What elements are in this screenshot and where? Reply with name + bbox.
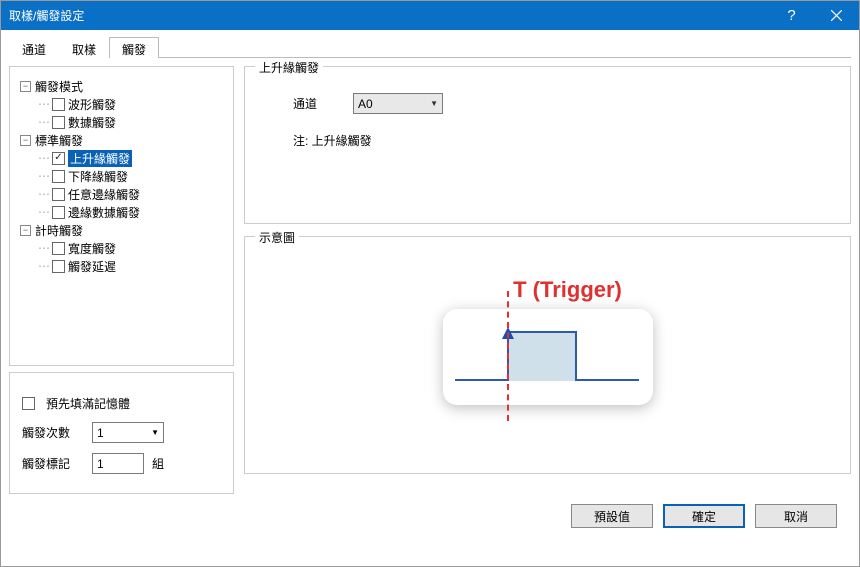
tree-node-rising[interactable]: ⋯上升緣觸發 [18, 149, 225, 167]
trigger-marker-label: 觸發標記 [22, 455, 84, 472]
options-panel: 預先填滿記憶體 觸發次數 1▼ 觸發標記 1 組 [9, 372, 234, 494]
tree-node-timer[interactable]: −計時觸發 [18, 221, 225, 239]
tree-node-width[interactable]: ⋯寬度觸發 [18, 239, 225, 257]
checkbox-anyedge[interactable] [52, 188, 65, 201]
trigger-line [507, 291, 509, 421]
chevron-down-icon: ▼ [430, 99, 438, 108]
checkbox-width[interactable] [52, 242, 65, 255]
diagram-legend: 示意圖 [255, 229, 299, 246]
checkbox-falling[interactable] [52, 170, 65, 183]
defaults-button[interactable]: 預設值 [571, 504, 653, 528]
channel-label: 通道 [293, 95, 353, 112]
tree-node-standard[interactable]: −標準觸發 [18, 131, 225, 149]
tree-node-falling[interactable]: ⋯下降緣觸發 [18, 167, 225, 185]
prefill-label: 預先填滿記憶體 [46, 395, 130, 412]
marker-unit: 組 [152, 455, 164, 472]
waveform-diagram [443, 309, 653, 405]
trigger-label: T (Trigger) [513, 277, 622, 303]
collapse-icon[interactable]: − [20, 225, 31, 236]
checkbox-waveform[interactable] [52, 98, 65, 111]
tab-bar: 通道 取樣 觸發 [9, 36, 851, 58]
titlebar: 取樣/觸發設定 ? [1, 1, 859, 30]
note-text: 注: 上升緣觸發 [293, 132, 832, 149]
trigger-count-label: 觸發次數 [22, 424, 84, 441]
tree-node-mode[interactable]: −觸發模式 [18, 77, 225, 95]
close-icon [831, 10, 842, 21]
collapse-icon[interactable]: − [20, 81, 31, 92]
ok-button[interactable]: 確定 [663, 504, 745, 528]
checkbox-rising[interactable] [52, 152, 65, 165]
trigger-marker-input[interactable]: 1 [92, 453, 144, 474]
collapse-icon[interactable]: − [20, 135, 31, 146]
channel-select[interactable]: A0▼ [353, 93, 443, 114]
tree-node-anyedge[interactable]: ⋯任意邊緣觸發 [18, 185, 225, 203]
tab-trigger[interactable]: 觸發 [109, 37, 159, 58]
trigger-count-combo[interactable]: 1▼ [92, 422, 164, 443]
checkbox-delay[interactable] [52, 260, 65, 273]
tree-node-datatrig[interactable]: ⋯數據觸發 [18, 113, 225, 131]
tree-node-delay[interactable]: ⋯觸發延遲 [18, 257, 225, 275]
trigger-tree-panel: −觸發模式 ⋯波形觸發 ⋯數據觸發 −標準觸發 ⋯上升緣觸發 ⋯下降緣觸發 ⋯任… [9, 66, 234, 366]
help-button[interactable]: ? [769, 1, 814, 30]
checkbox-data[interactable] [52, 116, 65, 129]
checkbox-edgedata[interactable] [52, 206, 65, 219]
dialog-footer: 預設值 確定 取消 [9, 494, 851, 538]
cancel-button[interactable]: 取消 [755, 504, 837, 528]
chevron-down-icon: ▼ [151, 428, 159, 437]
tab-sample[interactable]: 取樣 [59, 37, 109, 58]
trigger-tree: −觸發模式 ⋯波形觸發 ⋯數據觸發 −標準觸發 ⋯上升緣觸發 ⋯下降緣觸發 ⋯任… [16, 73, 227, 279]
window-title: 取樣/觸發設定 [9, 7, 769, 24]
config-legend: 上升緣觸發 [255, 59, 323, 76]
diagram: T (Trigger) [263, 251, 832, 405]
tree-node-waveform[interactable]: ⋯波形觸發 [18, 95, 225, 113]
trigger-config-fieldset: 上升緣觸發 通道 A0▼ 注: 上升緣觸發 [244, 66, 851, 224]
close-button[interactable] [814, 1, 859, 30]
diagram-fieldset: 示意圖 T (Trigger) [244, 236, 851, 474]
tree-node-edgedata[interactable]: ⋯邊緣數據觸發 [18, 203, 225, 221]
checkbox-prefill[interactable] [22, 397, 35, 410]
tab-channel[interactable]: 通道 [9, 37, 59, 58]
